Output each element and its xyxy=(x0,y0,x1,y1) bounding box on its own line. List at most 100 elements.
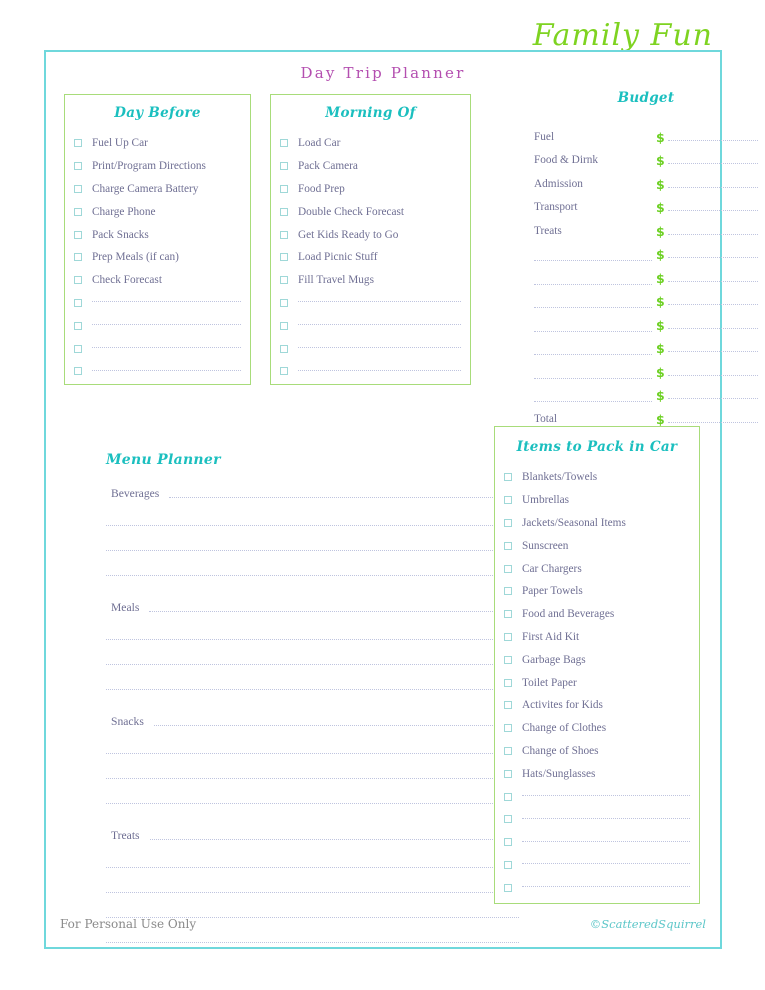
write-in-line[interactable] xyxy=(92,301,241,303)
budget-row[interactable]: Admission $ xyxy=(534,167,758,191)
checkbox-icon[interactable] xyxy=(504,564,512,573)
checkbox-icon[interactable] xyxy=(280,162,288,171)
checklist-row[interactable]: Pack Camera xyxy=(280,155,461,178)
budget-write-in-label[interactable] xyxy=(534,342,652,355)
checkbox-icon[interactable] xyxy=(280,184,288,193)
write-in-line[interactable] xyxy=(298,301,461,303)
budget-amount-line[interactable] xyxy=(667,421,758,423)
menu-write-in-line[interactable] xyxy=(149,839,519,840)
menu-write-in-line[interactable] xyxy=(106,893,519,918)
budget-amount-line[interactable] xyxy=(667,257,758,258)
checklist-row[interactable] xyxy=(504,876,690,899)
menu-write-in-line[interactable] xyxy=(106,729,519,754)
checkbox-icon[interactable] xyxy=(74,230,82,239)
budget-amount-line[interactable] xyxy=(667,139,758,141)
checkbox-icon[interactable] xyxy=(504,610,512,619)
budget-row[interactable]: Treats $ xyxy=(534,214,758,238)
budget-row[interactable]: $ xyxy=(534,285,758,308)
checklist-row[interactable]: Change of Clothes xyxy=(504,717,690,740)
checklist-row[interactable] xyxy=(504,854,690,877)
checkbox-icon[interactable] xyxy=(280,367,288,376)
budget-row[interactable]: $ xyxy=(534,379,758,402)
budget-row[interactable]: $ xyxy=(534,308,758,332)
checkbox-icon[interactable] xyxy=(504,746,512,755)
write-in-line[interactable] xyxy=(298,347,461,349)
checkbox-icon[interactable] xyxy=(504,541,512,550)
budget-row[interactable]: Total $ xyxy=(534,402,758,426)
budget-row[interactable]: $ xyxy=(534,332,758,355)
checklist-row[interactable]: Load Car xyxy=(280,132,461,155)
checkbox-icon[interactable] xyxy=(280,321,288,330)
menu-write-in-line[interactable] xyxy=(106,754,519,779)
checklist-row[interactable]: Umbrellas xyxy=(504,489,690,512)
checklist-row[interactable]: Garbage Bags xyxy=(504,648,690,671)
checkbox-icon[interactable] xyxy=(504,655,512,664)
budget-write-in-label[interactable] xyxy=(534,295,652,308)
checklist-row[interactable]: Load Picnic Stuff xyxy=(280,246,461,269)
write-in-line[interactable] xyxy=(522,863,690,865)
checkbox-icon[interactable] xyxy=(74,298,82,307)
menu-group-header-row[interactable]: Meals xyxy=(106,590,519,615)
checkbox-icon[interactable] xyxy=(74,367,82,376)
checklist-row[interactable]: Food and Beverages xyxy=(504,603,690,626)
checklist-row[interactable] xyxy=(280,292,461,315)
budget-amount-line[interactable] xyxy=(667,233,758,235)
menu-group-header-row[interactable]: Snacks xyxy=(106,704,519,729)
menu-group-header-row[interactable]: Beverages xyxy=(106,476,519,501)
budget-row[interactable]: Transport $ xyxy=(534,191,758,214)
checklist-row[interactable] xyxy=(280,337,461,360)
budget-amount-line[interactable] xyxy=(667,304,758,305)
checklist-row[interactable] xyxy=(74,360,241,383)
checklist-row[interactable]: Hats/Sunglasses xyxy=(504,762,690,785)
checkbox-icon[interactable] xyxy=(74,162,82,171)
checkbox-icon[interactable] xyxy=(74,139,82,148)
checkbox-icon[interactable] xyxy=(74,321,82,330)
checkbox-icon[interactable] xyxy=(280,253,288,262)
menu-write-in-line[interactable] xyxy=(106,615,519,640)
budget-amount-line[interactable] xyxy=(667,398,758,399)
checkbox-icon[interactable] xyxy=(74,344,82,353)
menu-write-in-line[interactable] xyxy=(153,725,519,726)
write-in-line[interactable] xyxy=(92,347,241,349)
checklist-row[interactable]: Fill Travel Mugs xyxy=(280,269,461,292)
checkbox-icon[interactable] xyxy=(504,701,512,710)
menu-write-in-line[interactable] xyxy=(169,497,519,498)
checklist-row[interactable]: Double Check Forecast xyxy=(280,200,461,223)
write-in-line[interactable] xyxy=(298,324,461,326)
menu-write-in-line[interactable] xyxy=(106,665,519,690)
checklist-row[interactable] xyxy=(280,360,461,383)
checklist-row[interactable]: Fuel Up Car xyxy=(74,132,241,155)
checklist-row[interactable]: Blankets/Towels xyxy=(504,466,690,489)
budget-write-in-label[interactable] xyxy=(534,272,652,285)
write-in-line[interactable] xyxy=(92,369,241,371)
checkbox-icon[interactable] xyxy=(280,230,288,239)
checklist-row[interactable]: Charge Phone xyxy=(74,200,241,223)
budget-row[interactable]: $ xyxy=(534,261,758,285)
budget-row[interactable]: $ xyxy=(534,238,758,261)
checklist-row[interactable] xyxy=(504,831,690,854)
checklist-row[interactable]: Prep Meals (if can) xyxy=(74,246,241,269)
budget-amount-line[interactable] xyxy=(667,327,758,329)
budget-amount-line[interactable] xyxy=(667,186,758,188)
checkbox-icon[interactable] xyxy=(74,276,82,285)
budget-write-in-label[interactable] xyxy=(534,319,652,332)
menu-write-in-line[interactable] xyxy=(106,551,519,576)
checkbox-icon[interactable] xyxy=(504,860,512,869)
checklist-row[interactable]: Charge Camera Battery xyxy=(74,178,241,201)
checkbox-icon[interactable] xyxy=(280,276,288,285)
checkbox-icon[interactable] xyxy=(504,883,512,892)
checkbox-icon[interactable] xyxy=(504,496,512,505)
checklist-row[interactable] xyxy=(74,314,241,337)
checkbox-icon[interactable] xyxy=(280,344,288,353)
budget-write-in-label[interactable] xyxy=(534,389,652,402)
budget-amount-line[interactable] xyxy=(667,163,758,164)
write-in-line[interactable] xyxy=(92,324,241,326)
budget-write-in-label[interactable] xyxy=(534,248,652,261)
write-in-line[interactable] xyxy=(522,795,690,797)
checklist-row[interactable]: Sunscreen xyxy=(504,534,690,557)
checklist-row[interactable] xyxy=(504,808,690,831)
checkbox-icon[interactable] xyxy=(504,769,512,778)
checkbox-icon[interactable] xyxy=(504,518,512,527)
checklist-row[interactable] xyxy=(74,292,241,315)
checklist-row[interactable]: Activites for Kids xyxy=(504,694,690,717)
